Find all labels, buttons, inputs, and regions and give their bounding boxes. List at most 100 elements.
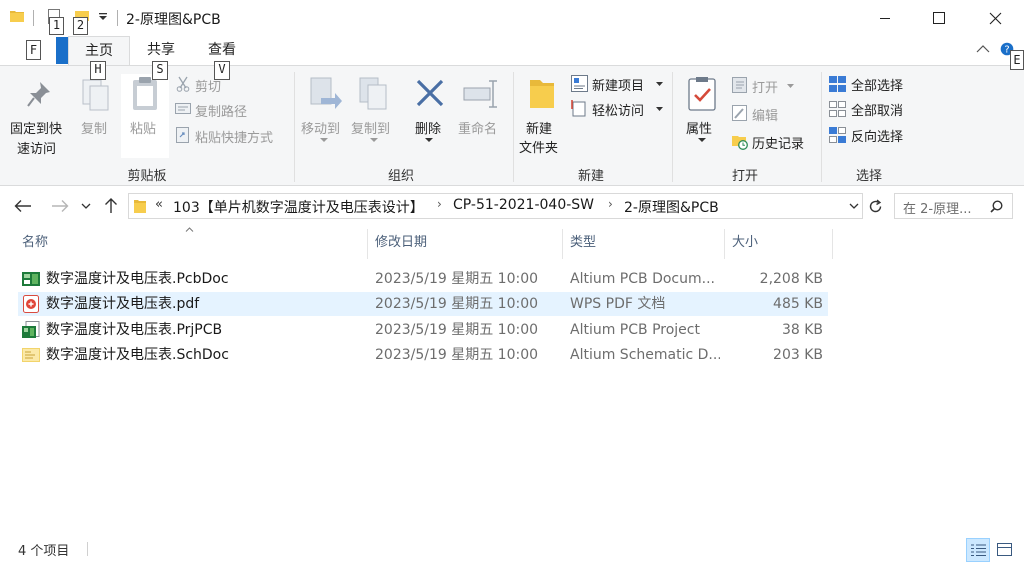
group-separator — [294, 72, 295, 182]
dropdown-arrow-icon — [787, 84, 794, 88]
pin-icon — [27, 82, 50, 107]
large-icons-view-icon — [997, 543, 1012, 556]
open-button[interactable]: 打开 — [732, 76, 802, 96]
dropdown-arrow-icon — [320, 138, 328, 142]
copy-to-icon — [359, 77, 387, 110]
pin-to-quick-access-button[interactable]: 固定到快 速访问 — [6, 74, 72, 158]
address-bar[interactable]: « 103【单片机数字温度计及电压表设计】 › CP-51-2021-040-S… — [128, 193, 863, 219]
paste-shortcut-button[interactable]: 粘贴快捷方式 — [174, 125, 289, 146]
collapse-ribbon-icon[interactable] — [976, 44, 990, 54]
edit-button[interactable]: 编辑 — [732, 104, 802, 124]
maximize-button[interactable] — [916, 0, 962, 36]
column-header-name[interactable]: 名称 — [22, 232, 362, 256]
column-separator[interactable] — [367, 229, 368, 259]
history-button[interactable]: 历史记录 — [732, 132, 816, 152]
select-all-button[interactable]: 全部选择 — [829, 74, 915, 94]
rename-button[interactable]: 重命名 — [456, 74, 506, 144]
new-item-button[interactable]: 新建项目 — [570, 74, 666, 94]
forward-arrow-icon[interactable] — [51, 199, 69, 213]
file-name[interactable]: 数字温度计及电压表.SchDoc — [46, 343, 376, 367]
file-type: Altium PCB Project — [570, 322, 700, 338]
address-history-chevron-icon[interactable] — [849, 203, 859, 210]
file-name[interactable]: 数字温度计及电压表.pdf — [46, 292, 376, 316]
details-view-button[interactable] — [966, 538, 990, 562]
move-to-button[interactable]: 移动到 — [300, 74, 348, 154]
file-name[interactable]: 数字温度计及电压表.PcbDoc — [46, 267, 376, 291]
organize-group-label: 组织 — [387, 169, 414, 184]
delete-button[interactable]: 删除 — [404, 74, 454, 154]
easy-access-button[interactable]: 轻松访问 — [570, 99, 666, 119]
recent-locations-chevron-icon[interactable] — [81, 203, 91, 210]
dropdown-arrow-icon — [698, 138, 706, 142]
back-arrow-icon[interactable] — [14, 199, 32, 213]
file-row[interactable]: 数字温度计及电压表.pdf 2023/5/19 星期五 10:00 WPS PD… — [18, 292, 828, 316]
group-separator — [513, 72, 514, 182]
column-separator[interactable] — [562, 229, 563, 259]
breadcrumb-3[interactable]: 2-原理图&PCB — [624, 197, 719, 217]
qa-separator — [33, 10, 34, 26]
new-folder-icon — [530, 80, 554, 108]
search-input[interactable]: 在 2-原理... — [903, 198, 972, 217]
schematic-icon — [22, 348, 40, 362]
up-arrow-icon[interactable] — [104, 197, 118, 214]
invert-selection-icon — [829, 127, 846, 143]
minimize-button[interactable] — [862, 0, 908, 36]
window-title: 2-原理图&PCB — [126, 12, 221, 28]
file-row[interactable]: 数字温度计及电压表.PcbDoc 2023/5/19 星期五 10:00 Alt… — [18, 267, 828, 291]
select-none-icon — [829, 101, 846, 117]
file-type: Altium Schematic D... — [570, 347, 720, 363]
breadcrumb-separator-icon[interactable]: › — [608, 197, 613, 211]
copy-icon — [82, 79, 109, 111]
pcb-project-icon — [22, 321, 40, 338]
column-header-size[interactable]: 大小 — [732, 232, 827, 256]
file-tab[interactable] — [56, 37, 68, 64]
invert-selection-button[interactable]: 反向选择 — [829, 125, 915, 145]
open-group-label: 打开 — [731, 169, 758, 184]
rename-icon — [463, 80, 497, 108]
address-overflow[interactable]: « — [155, 197, 163, 212]
dropdown-arrow-icon — [656, 82, 663, 86]
column-separator[interactable] — [832, 229, 833, 259]
file-name[interactable]: 数字温度计及电压表.PrjPCB — [46, 318, 376, 342]
dropdown-arrow-icon — [656, 107, 663, 111]
breadcrumb-separator-icon[interactable]: › — [437, 197, 442, 211]
copy-button[interactable]: 复制 — [76, 74, 116, 144]
select-all-icon — [829, 76, 846, 92]
select-none-button[interactable]: 全部取消 — [829, 99, 915, 119]
keytip-2: 2 — [73, 17, 88, 35]
pdf-icon — [23, 295, 39, 313]
paste-button[interactable]: 粘贴 — [121, 74, 169, 158]
dropdown-arrow-icon — [370, 138, 378, 142]
search-icon[interactable] — [990, 200, 1003, 213]
copy-path-button[interactable]: 复制路径 — [174, 99, 264, 120]
qa-separator — [117, 10, 118, 26]
copy-path-icon — [175, 103, 191, 114]
search-box[interactable]: 在 2-原理... — [894, 193, 1013, 219]
paste-shortcut-icon — [176, 127, 189, 143]
refresh-icon[interactable] — [868, 199, 883, 214]
column-header-date[interactable]: 修改日期 — [375, 232, 555, 256]
new-folder-button[interactable]: 新建 文件夹 — [516, 74, 568, 158]
minimize-icon — [880, 18, 890, 19]
properties-button[interactable]: 属性 — [678, 74, 726, 158]
copy-to-button[interactable]: 复制到 — [350, 74, 398, 154]
svg-text:?: ? — [1004, 45, 1009, 56]
file-row[interactable]: 数字温度计及电压表.SchDoc 2023/5/19 星期五 10:00 Alt… — [18, 343, 828, 367]
close-icon — [989, 12, 1001, 24]
customize-qa-icon[interactable] — [98, 12, 108, 22]
close-button[interactable] — [972, 0, 1018, 36]
pcb-doc-icon — [22, 272, 40, 286]
file-size: 485 KB — [773, 296, 823, 312]
breadcrumb-1[interactable]: 103【单片机数字温度计及电压表设计】 — [173, 197, 424, 217]
column-separator[interactable] — [724, 229, 725, 259]
breadcrumb-2[interactable]: CP-51-2021-040-SW — [453, 197, 594, 213]
large-icons-view-button[interactable] — [993, 538, 1017, 562]
properties-icon — [688, 77, 716, 111]
file-date: 2023/5/19 星期五 10:00 — [375, 322, 539, 338]
select-group-label: 选择 — [855, 169, 882, 184]
keytip-home: H — [90, 61, 106, 80]
clipboard-group-label: 剪贴板 — [127, 169, 167, 184]
column-header-type[interactable]: 类型 — [570, 232, 720, 256]
file-row[interactable]: 数字温度计及电压表.PrjPCB 2023/5/19 星期五 10:00 Alt… — [18, 318, 828, 342]
file-date: 2023/5/19 星期五 10:00 — [375, 271, 539, 287]
